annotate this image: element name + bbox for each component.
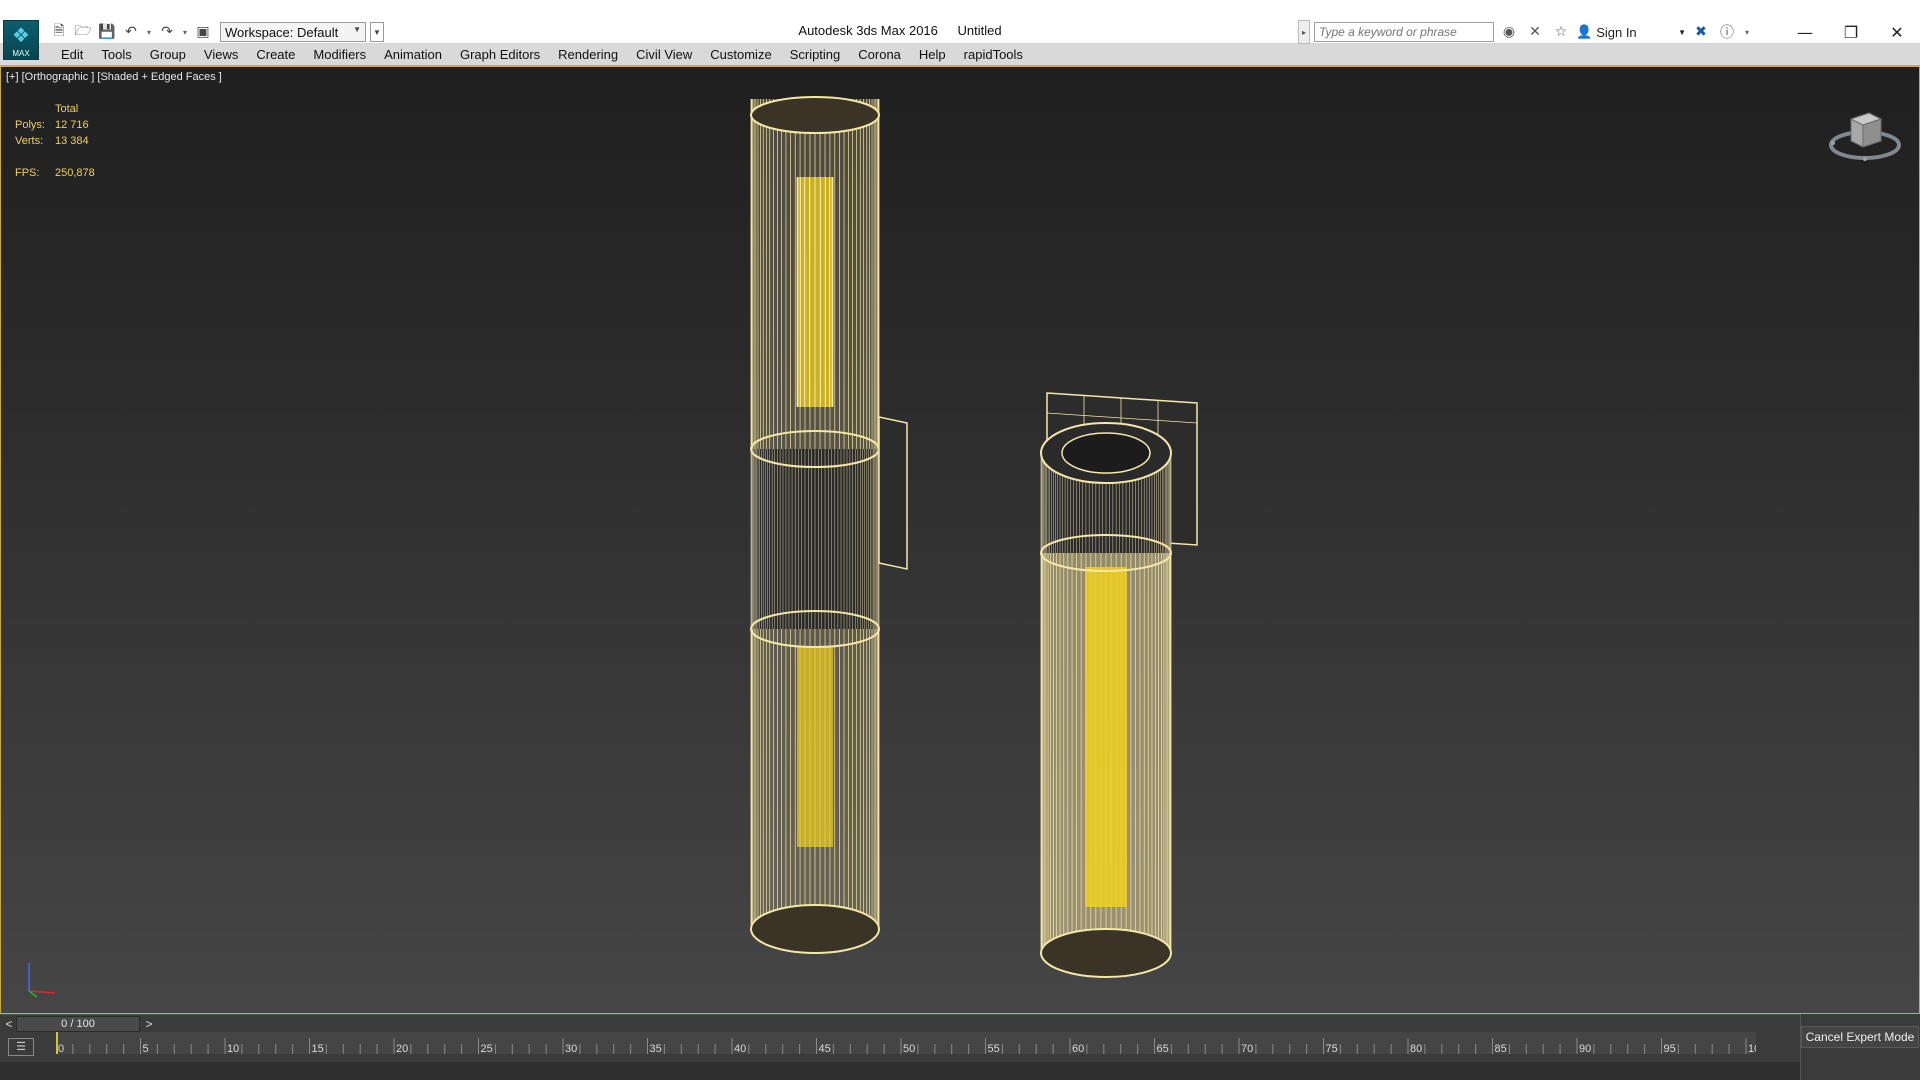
timeline-tick-label: 95 [1664, 1043, 1676, 1055]
viewport-statistics: Total Polys: 12 716 Verts: 13 384 FPS: 250,… [15, 101, 95, 181]
time-slider[interactable]: < 0 / 100 > [0, 1014, 1800, 1032]
next-frame-icon[interactable]: > [142, 1015, 156, 1033]
menu-item-customize[interactable]: Customize [701, 44, 780, 66]
menu-item-group[interactable]: Group [141, 44, 195, 66]
minimize-icon[interactable]: — [1782, 20, 1828, 44]
workspace-select[interactable]: Workspace: Default ▼ [220, 22, 366, 42]
track-bar[interactable]: ☰ 0 5 10 15 20 25 30 35 40 45 50 55 60 65 70 75 80 85 90 95… [0, 1032, 1800, 1062]
timeline-tick-label: 75 [1326, 1043, 1338, 1055]
menu-item-edit[interactable]: Edit [52, 44, 92, 66]
fps-value: 250,878 [55, 167, 95, 179]
timeline-tick-label: 70 [1241, 1043, 1253, 1055]
timeline-tick-label: 20 [396, 1043, 408, 1055]
star-icon[interactable]: ☆ [1550, 21, 1572, 43]
axis-tripod-icon [28, 963, 56, 998]
previous-frame-icon[interactable]: < [2, 1015, 16, 1033]
sconce-right-wireframe[interactable] [1040, 392, 1198, 978]
3ds-max-logo-icon: ❖ [12, 23, 30, 47]
undo-dropdown-icon[interactable]: ▾ [144, 21, 154, 43]
menu-item-civil-view[interactable]: Civil View [627, 44, 701, 66]
logo-caption: MAX [12, 49, 30, 58]
timeline-tick-label: 15 [312, 1043, 324, 1055]
app-window: ❖ MAX 🗎 🗁 💾 ↶ ▾ ↷ ▾ ▣ Workspace: Default… [0, 0, 1920, 1080]
menu-item-views[interactable]: Views [195, 44, 247, 66]
timeline-tick-label: 45 [819, 1043, 831, 1055]
customize-toolbar-icon[interactable]: ▼ [370, 22, 384, 42]
open-mini-curve-editor-icon[interactable]: ☰ [8, 1038, 34, 1056]
timeline-tick-label: 100 [1748, 1043, 1756, 1055]
window-controls: — ❐ ✕ [1782, 20, 1920, 44]
menu-item-create[interactable]: Create [247, 44, 304, 66]
timeline-tick-label: 30 [565, 1043, 577, 1055]
close-icon[interactable]: ✕ [1874, 20, 1920, 44]
timeline-tick-label: 5 [143, 1043, 149, 1055]
document-title: Untitled [957, 23, 1002, 38]
menu-item-tools[interactable]: Tools [92, 44, 140, 66]
viewport-label-menu[interactable]: [+] [Orthographic ] [Shaded + Edged Face… [6, 71, 222, 83]
app-title: Autodesk 3ds Max 2016 [798, 23, 938, 38]
scene-wireframe[interactable] [1, 67, 1919, 1013]
menu-bar: Edit Tools Group Views Create Modifiers … [0, 44, 1920, 66]
search-toggle-icon[interactable]: ▸ [1298, 20, 1310, 44]
polys-value: 12 716 [55, 119, 89, 131]
workspace-value: Workspace: Default [225, 24, 339, 40]
new-file-icon[interactable]: 🗎 [48, 21, 70, 43]
time-slider-thumb[interactable]: 0 / 100 [16, 1016, 140, 1032]
timeline-tick-label: 65 [1157, 1043, 1169, 1055]
timeline-ruler[interactable]: 0 5 10 15 20 25 30 35 40 45 50 55 60 65 70 75 80 85 90 95 10… [56, 1032, 1756, 1062]
restore-icon[interactable]: ❐ [1828, 20, 1874, 44]
autodesk-x-icon[interactable]: ✖ [1690, 21, 1712, 43]
application-menu-button[interactable]: ❖ MAX [3, 20, 39, 60]
search-input[interactable] [1314, 22, 1494, 42]
timeline-tick-label: 80 [1410, 1043, 1422, 1055]
quick-access-toolbar: 🗎 🗁 💾 ↶ ▾ ↷ ▾ ▣ Workspace: Default ▼ ▼ [48, 21, 384, 43]
menu-item-help[interactable]: Help [910, 44, 955, 66]
title-bar: ❖ MAX 🗎 🗁 💾 ↶ ▾ ↷ ▾ ▣ Workspace: Default… [0, 0, 1920, 60]
project-folder-icon[interactable]: ▣ [192, 21, 214, 43]
redo-icon[interactable]: ↷ [156, 21, 178, 43]
cancel-expert-mode-button[interactable]: Cancel Expert Mode [1801, 1026, 1919, 1048]
timeline-tick-label: 35 [650, 1043, 662, 1055]
timeline-tick-label: 50 [903, 1043, 915, 1055]
open-file-icon[interactable]: 🗁 [72, 21, 94, 43]
save-icon[interactable]: 💾 [96, 21, 118, 43]
exchange-apps-icon[interactable]: ✕ [1524, 21, 1546, 43]
chevron-down-icon: ▼ [353, 25, 361, 34]
timeline-tick-label: 25 [481, 1043, 493, 1055]
redo-dropdown-icon[interactable]: ▾ [180, 21, 190, 43]
timeline-tick-label: 10 [227, 1043, 239, 1055]
menu-item-rendering[interactable]: Rendering [549, 44, 627, 66]
menu-item-modifiers[interactable]: Modifiers [304, 44, 375, 66]
stats-header: Total [55, 103, 79, 115]
current-frame-marker[interactable] [56, 1032, 58, 1054]
menu-item-corona[interactable]: Corona [849, 44, 910, 66]
menu-item-graph-editors[interactable]: Graph Editors [451, 44, 549, 66]
menu-item-animation[interactable]: Animation [375, 44, 451, 66]
binoculars-icon[interactable]: ◉ [1498, 21, 1520, 43]
help-dropdown-icon[interactable]: ▾ [1742, 21, 1752, 43]
timeline-tick-label: 60 [1072, 1043, 1084, 1055]
view-cube-icon[interactable] [1825, 99, 1905, 169]
timeline-tick-label: 0 [58, 1043, 64, 1055]
chevron-down-icon: ▼ [1678, 27, 1686, 37]
sconce-left-wireframe[interactable] [750, 96, 908, 954]
perspective-viewport[interactable]: [+] [Orthographic ] [Shaded + Edged Face… [0, 66, 1920, 1014]
sign-in-label: Sign In [1596, 24, 1637, 40]
verts-value: 13 384 [55, 135, 89, 147]
timeline-tick-label: 90 [1579, 1043, 1591, 1055]
fps-label: FPS: [15, 167, 40, 179]
timeline-tick-label: 40 [734, 1043, 746, 1055]
user-icon: 👤 [1576, 24, 1593, 39]
polys-label: Polys: [15, 119, 45, 131]
verts-label: Verts: [15, 135, 44, 147]
timeline-tick-label: 85 [1495, 1043, 1507, 1055]
sign-in-button[interactable]: 👤 Sign In ▼ [1576, 24, 1686, 40]
status-bar [0, 1062, 1920, 1080]
menu-item-scripting[interactable]: Scripting [781, 44, 850, 66]
menu-item-rapidtools[interactable]: rapidTools [955, 44, 1032, 66]
timeline-tick-label: 55 [988, 1043, 1000, 1055]
undo-icon[interactable]: ↶ [120, 21, 142, 43]
help-icon[interactable]: ⓘ [1716, 21, 1738, 43]
infocenter: ▸ ◉ ✕ ☆ 👤 Sign In ▼ ✖ ⓘ ▾ [1298, 20, 1752, 44]
